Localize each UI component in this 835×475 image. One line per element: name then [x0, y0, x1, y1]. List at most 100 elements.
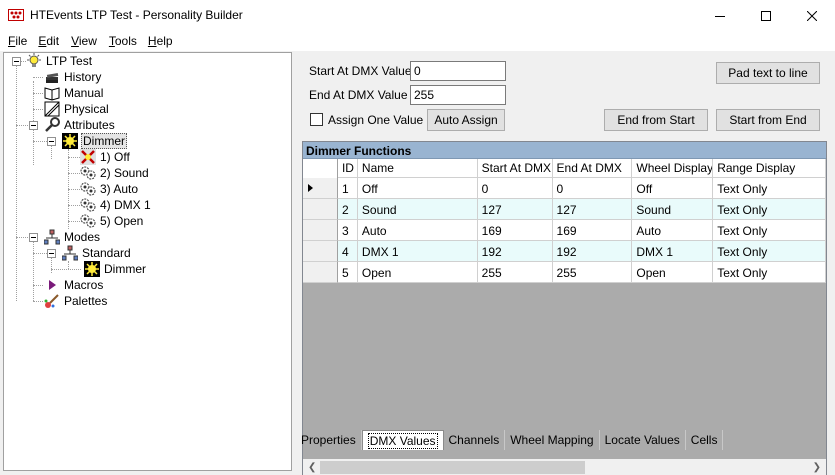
cell-range-display[interactable]: Text Only [713, 199, 826, 220]
table-row[interactable]: 5 Open 255 255 Open Text Only [303, 262, 826, 283]
cell-id[interactable]: 5 [337, 262, 358, 283]
column-header-range-display[interactable]: Range Display [713, 159, 826, 178]
cell-name[interactable]: Sound [357, 199, 478, 220]
tab-dmx-values[interactable]: DMX Values [361, 430, 444, 450]
cell-wheel-display[interactable]: Auto [632, 220, 714, 241]
cell-id[interactable]: 4 [337, 241, 358, 262]
cell-range-display[interactable]: Text Only [713, 262, 826, 283]
cell-start[interactable]: 127 [477, 199, 553, 220]
scroll-left-icon[interactable]: ❮ [308, 462, 316, 473]
minimize-button[interactable] [697, 0, 743, 31]
tree-item-physical[interactable]: Physical [44, 101, 110, 117]
column-header-name[interactable]: Name [358, 159, 478, 178]
horizontal-scrollbar[interactable]: ❮ ❯ [303, 459, 826, 475]
tree-item-manual[interactable]: Manual [44, 85, 104, 101]
menu-tools[interactable]: Tools [109, 31, 137, 51]
title-bar: HTEvents LTP Test - Personality Builder [0, 0, 835, 31]
lightbulb-icon [27, 53, 41, 67]
cell-start[interactable]: 169 [477, 220, 553, 241]
row-header[interactable] [303, 199, 338, 220]
tree-item-macros[interactable]: Macros [44, 277, 104, 293]
menu-view[interactable]: View [71, 31, 97, 51]
cell-id[interactable]: 3 [337, 220, 358, 241]
table-row[interactable]: 1 Off 0 0 Off Text Only [303, 178, 826, 199]
tab-properties[interactable]: Properties [296, 430, 362, 450]
column-header-wheel-display[interactable]: Wheel Display [632, 159, 714, 178]
cell-id[interactable]: 2 [337, 199, 358, 220]
auto-assign-button[interactable]: Auto Assign [427, 109, 505, 131]
cell-end[interactable]: 0 [552, 178, 633, 199]
cell-start[interactable]: 255 [477, 262, 553, 283]
tree-item-mode-dimmer[interactable]: Dimmer [84, 261, 147, 277]
scroll-right-icon[interactable]: ❯ [813, 462, 821, 473]
cell-name[interactable]: Auto [357, 220, 478, 241]
start-dmx-input[interactable] [410, 61, 506, 81]
end-dmx-input[interactable] [410, 85, 506, 105]
menu-edit[interactable]: Edit [38, 31, 59, 51]
cell-range-display[interactable]: Text Only [713, 178, 826, 199]
tree-item-function-open[interactable]: 5) Open [80, 213, 144, 229]
minimize-icon [715, 15, 725, 17]
cell-name[interactable]: DMX 1 [357, 241, 478, 262]
cell-name[interactable]: Off [357, 178, 478, 199]
tree-item-root[interactable]: LTP Test [26, 53, 93, 69]
table-row[interactable]: 4 DMX 1 192 192 DMX 1 Text Only [303, 241, 826, 262]
cell-wheel-display[interactable]: Open [632, 262, 714, 283]
cell-id[interactable]: 1 [337, 178, 358, 199]
tab-channels[interactable]: Channels [444, 430, 506, 450]
expander-dimmer[interactable] [47, 137, 56, 146]
cell-range-display[interactable]: Text Only [713, 220, 826, 241]
column-header-end[interactable]: End At DMX [553, 159, 633, 178]
row-header[interactable] [303, 220, 338, 241]
column-header-id[interactable]: ID [338, 159, 358, 178]
books-icon [46, 72, 59, 83]
menu-file[interactable]: File [8, 31, 27, 51]
tab-strip: Properties DMX Values Channels Wheel Map… [296, 430, 724, 450]
column-header-start[interactable]: Start At DMX [478, 159, 553, 178]
tree-item-attributes[interactable]: Attributes [44, 117, 116, 133]
tree-item-modes[interactable]: Modes [44, 229, 101, 245]
tab-locate-values[interactable]: Locate Values [600, 430, 686, 450]
row-header[interactable] [303, 178, 338, 199]
tree-item-palettes[interactable]: Palettes [44, 293, 108, 309]
personality-tree[interactable]: LTP Test History Manual Physical Attribu… [3, 52, 292, 471]
end-from-start-button[interactable]: End from Start [604, 109, 708, 131]
tree-item-function-sound[interactable]: 2) Sound [80, 165, 150, 181]
assign-one-value-checkbox[interactable] [310, 113, 323, 126]
row-header[interactable] [303, 262, 338, 283]
cell-wheel-display[interactable]: Sound [632, 199, 714, 220]
start-from-end-button[interactable]: Start from End [716, 109, 820, 131]
cell-range-display[interactable]: Text Only [713, 241, 826, 262]
cell-name[interactable]: Open [357, 262, 478, 283]
expander-modes[interactable] [29, 233, 38, 242]
cell-end[interactable]: 192 [552, 241, 633, 262]
close-button[interactable] [789, 0, 835, 31]
table-row[interactable]: 3 Auto 169 169 Auto Text Only [303, 220, 826, 241]
tab-wheel-mapping[interactable]: Wheel Mapping [505, 430, 600, 450]
tree-item-function-auto[interactable]: 3) Auto [80, 181, 139, 197]
tab-cells[interactable]: Cells [686, 430, 724, 450]
cell-end[interactable]: 127 [552, 199, 633, 220]
cell-wheel-display[interactable]: Off [632, 178, 714, 199]
dimmer-functions-grid[interactable]: Dimmer Functions ID Name Start At DMX En… [302, 141, 827, 475]
table-row[interactable]: 2 Sound 127 127 Sound Text Only [303, 199, 826, 220]
tree-item-function-dmx1[interactable]: 4) DMX 1 [80, 197, 152, 213]
row-header[interactable] [303, 241, 338, 262]
menu-help[interactable]: Help [148, 31, 173, 51]
scrollbar-thumb[interactable] [320, 461, 585, 474]
network-icon [62, 245, 78, 261]
maximize-button[interactable] [743, 0, 789, 31]
expander-standard[interactable] [47, 249, 56, 258]
cell-wheel-display[interactable]: DMX 1 [632, 241, 714, 262]
expander-attributes[interactable] [29, 121, 38, 130]
tree-item-history[interactable]: History [44, 69, 102, 85]
tree-item-dimmer[interactable]: Dimmer [62, 133, 127, 149]
cell-start[interactable]: 0 [477, 178, 553, 199]
tree-item-function-off[interactable]: 1) Off [80, 149, 131, 165]
pad-text-button[interactable]: Pad text to line [716, 62, 820, 84]
expander-root[interactable] [12, 57, 21, 66]
tree-item-mode-standard[interactable]: Standard [62, 245, 132, 261]
cell-end[interactable]: 169 [552, 220, 633, 241]
cell-end[interactable]: 255 [552, 262, 633, 283]
cell-start[interactable]: 192 [477, 241, 553, 262]
